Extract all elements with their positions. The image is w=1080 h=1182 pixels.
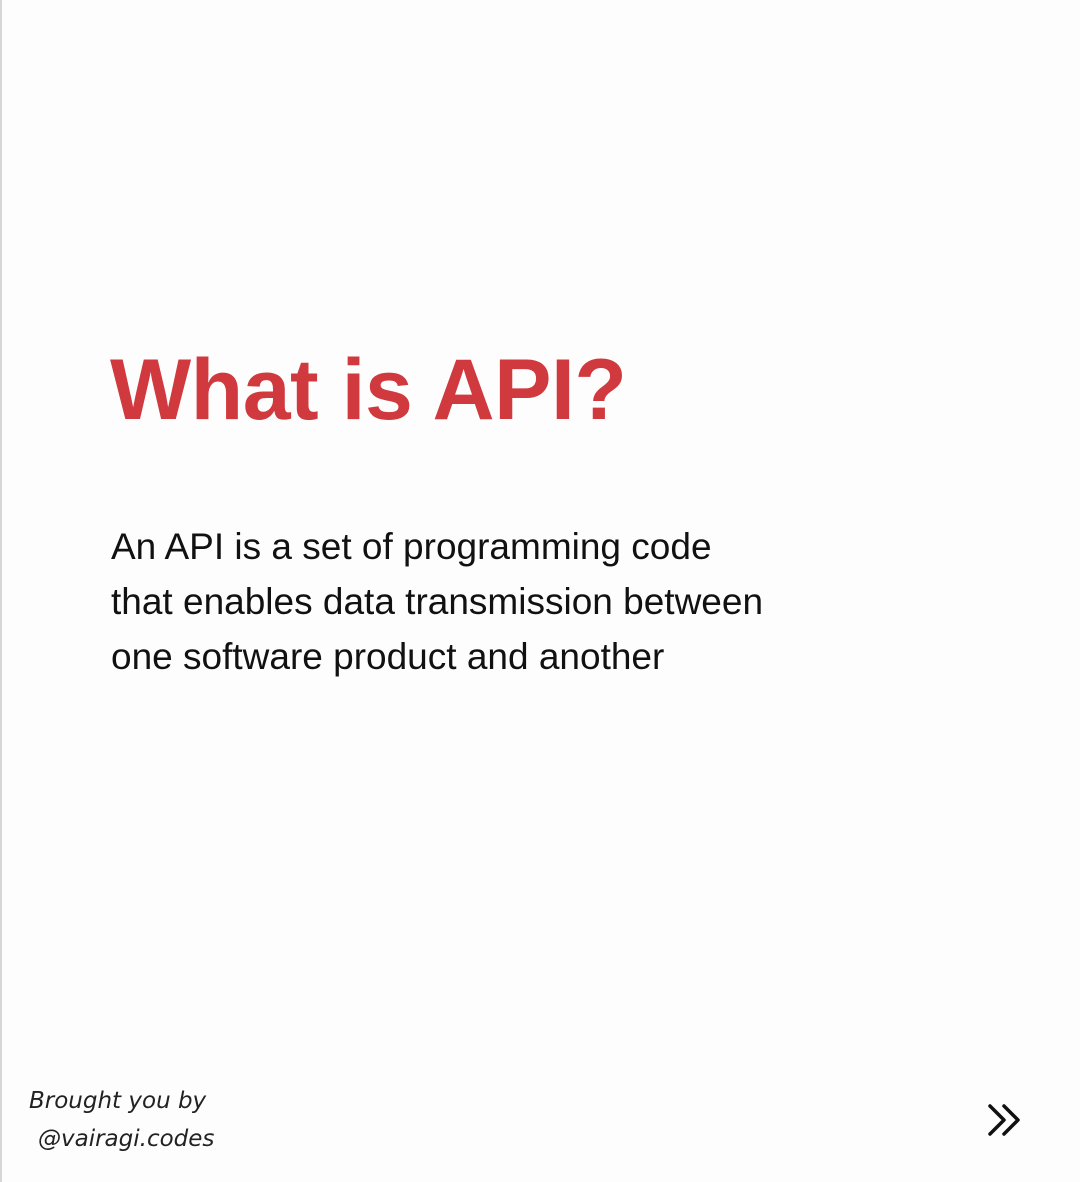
double-chevron-right-icon [988, 1104, 1020, 1136]
credit-handle: @vairagi.codes [38, 1126, 215, 1152]
credit-label: Brought you by [29, 1088, 207, 1114]
slide-title: What is API? [110, 342, 627, 438]
next-slide-button[interactable] [982, 1098, 1030, 1142]
slide-description: An API is a set of programming code that… [111, 519, 931, 684]
slide: What is API? An API is a set of programm… [0, 0, 1080, 1182]
description-line: that enables data transmission between [111, 581, 764, 622]
credit-block: Brought you by @vairagi.codes [29, 1082, 214, 1158]
description-line: one software product and another [111, 636, 665, 677]
description-line: An API is a set of programming code [111, 526, 712, 567]
